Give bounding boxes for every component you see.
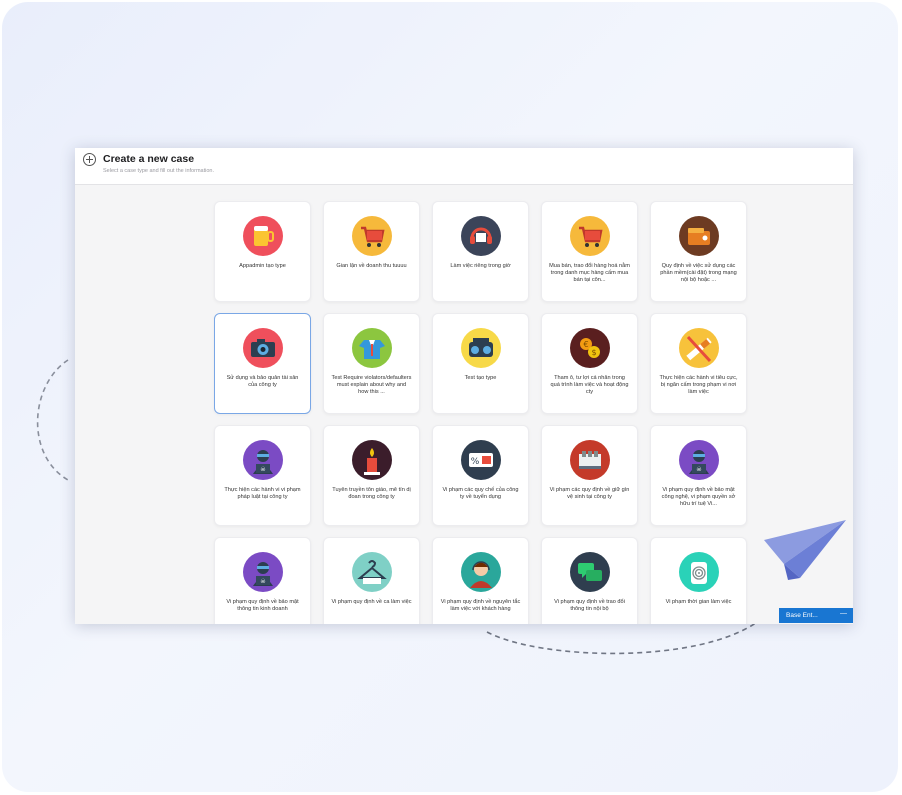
case-type-label: Quy định về việc sử dụng các phần mềm(cà… <box>660 263 737 283</box>
radio-icon <box>461 328 501 368</box>
add-circle-icon[interactable] <box>83 153 96 166</box>
svg-text:☠: ☠ <box>696 466 702 473</box>
hanger-icon <box>352 552 392 592</box>
case-type-label: Vi phạm các quy định về giữ gìn vệ sinh … <box>549 487 630 500</box>
hacker-icon: ☠ <box>243 552 283 592</box>
case-type-label: Appadmin tạo type <box>239 263 286 269</box>
case-type-label: Gian lận về doanh thu tuuuu <box>336 263 407 269</box>
case-type-tile[interactable]: Vi phạm quy định về ca làm việc <box>323 537 420 624</box>
case-type-label: Vi phạm quy định về trao đổi thông tin n… <box>554 599 625 612</box>
case-type-tile[interactable]: Làm việc riêng trong giờ <box>432 201 529 302</box>
case-type-tile[interactable]: Test Require violators/defaulters must e… <box>323 313 420 414</box>
discount-sign-icon: % <box>461 440 501 480</box>
svg-text:%: % <box>471 457 480 467</box>
case-type-label: Sử dụng và bảo quản tài sản của công ty <box>226 375 299 388</box>
page-subtitle: Select a case type and fill out the info… <box>103 168 214 174</box>
case-type-tile[interactable]: Gian lận về doanh thu tuuuu <box>323 201 420 302</box>
window-header: Create a new case Select a case type and… <box>75 148 853 185</box>
case-type-label: Tham ô, tư lợi cá nhân trong quá trình l… <box>550 375 629 395</box>
coins-icon: $€ <box>570 328 610 368</box>
chat-icon <box>570 552 610 592</box>
shirt-icon <box>352 328 392 368</box>
case-type-tile[interactable]: % Vi phạm các quy chế của công ty về tuyể… <box>432 425 529 526</box>
case-type-label: Test tạo type <box>464 375 497 381</box>
shopping-cart-icon <box>570 216 610 256</box>
case-type-tile[interactable]: ☠ Vi phạm quy định về bảo mật công nghệ, … <box>650 425 747 526</box>
case-type-label: Thực hiện các hành vi tiêu cực, bị ngăn … <box>659 375 738 395</box>
minimize-button[interactable]: — <box>840 610 847 617</box>
svg-text:€: € <box>583 340 588 349</box>
case-type-tile[interactable]: Sử dụng và bảo quản tài sản của công ty <box>214 313 311 414</box>
candle-icon <box>352 440 392 480</box>
shopping-cart-icon <box>352 216 392 256</box>
cigarette-icon <box>679 328 719 368</box>
case-type-label: Vi phạm thời gian làm việc <box>665 599 732 605</box>
case-type-tile[interactable]: $ € Tham ô, tư lợi cá nhân trong quá trình… <box>541 313 638 414</box>
case-type-tile[interactable]: Tuyên truyền tôn giáo, mê tín dị đoan tr… <box>323 425 420 526</box>
case-type-tile[interactable]: Test tạo type <box>432 313 529 414</box>
fingerprint-icon <box>679 552 719 592</box>
hacker-icon: ☠ <box>679 440 719 480</box>
case-type-label: Tuyên truyền tôn giáo, mê tín dị đoan tr… <box>332 487 411 500</box>
case-type-label: Vi phạm quy định về bảo mật thông tin ki… <box>226 599 299 612</box>
case-type-label: Vi phạm các quy chế của công ty về tuyển… <box>442 487 519 500</box>
svg-text:☠: ☠ <box>260 466 266 473</box>
paper-plane-icon <box>764 520 846 580</box>
case-type-tile[interactable]: ☠ Thực hiện các hành vi vi phạm pháp luật… <box>214 425 311 526</box>
case-type-label: Mua bán, trao đổi hàng hoá nằm trong dan… <box>549 263 630 283</box>
case-type-tile[interactable]: ☠ Vi phạm quy định về bảo mật thông tin k… <box>214 537 311 624</box>
case-type-tile[interactable]: Appadmin tạo type <box>214 201 311 302</box>
base-bar-label: Base Ent... <box>786 612 818 619</box>
base-entity-bar[interactable]: Base Ent... — <box>779 608 853 623</box>
create-case-window: Create a new case Select a case type and… <box>75 148 853 624</box>
case-type-tile[interactable]: Vi phạm các quy định về giữ gìn vệ sinh … <box>541 425 638 526</box>
camera-icon <box>243 328 283 368</box>
desk-icon <box>570 440 610 480</box>
case-type-label: Test Require violators/defaulters must e… <box>331 375 412 395</box>
case-type-tile[interactable]: Vi phạm quy định về nguyên tắc làm việc … <box>432 537 529 624</box>
beer-mug-icon <box>243 216 283 256</box>
wallet-icon <box>679 216 719 256</box>
case-type-tile[interactable]: Mua bán, trao đổi hàng hoá nằm trong dan… <box>541 201 638 302</box>
case-type-label: Vi phạm quy định về ca làm việc <box>331 599 412 605</box>
case-type-tile[interactable]: Quy định về việc sử dụng các phần mềm(cà… <box>650 201 747 302</box>
case-type-tile[interactable]: Vi phạm quy định về trao đổi thông tin n… <box>541 537 638 624</box>
case-type-label: Thực hiện các hành vi vi phạm pháp luật … <box>224 487 301 500</box>
case-type-grid: Appadmin tạo type Gian lận về doanh thu t… <box>214 201 747 624</box>
svg-text:☠: ☠ <box>260 578 266 585</box>
hacker-icon: ☠ <box>243 440 283 480</box>
page-title: Create a new case <box>103 153 195 165</box>
case-type-label: Vi phạm quy định về nguyên tắc làm việc … <box>440 599 521 612</box>
headset-icon <box>461 216 501 256</box>
svg-text:$: $ <box>591 348 596 357</box>
case-type-label: Làm việc riêng trong giờ <box>450 263 511 269</box>
operator-icon <box>461 552 501 592</box>
case-type-tile[interactable]: Vi phạm thời gian làm việc <box>650 537 747 624</box>
case-type-label: Vi phạm quy định về bảo mật công nghệ, v… <box>661 487 736 507</box>
case-type-tile[interactable]: Thực hiện các hành vi tiêu cực, bị ngăn … <box>650 313 747 414</box>
